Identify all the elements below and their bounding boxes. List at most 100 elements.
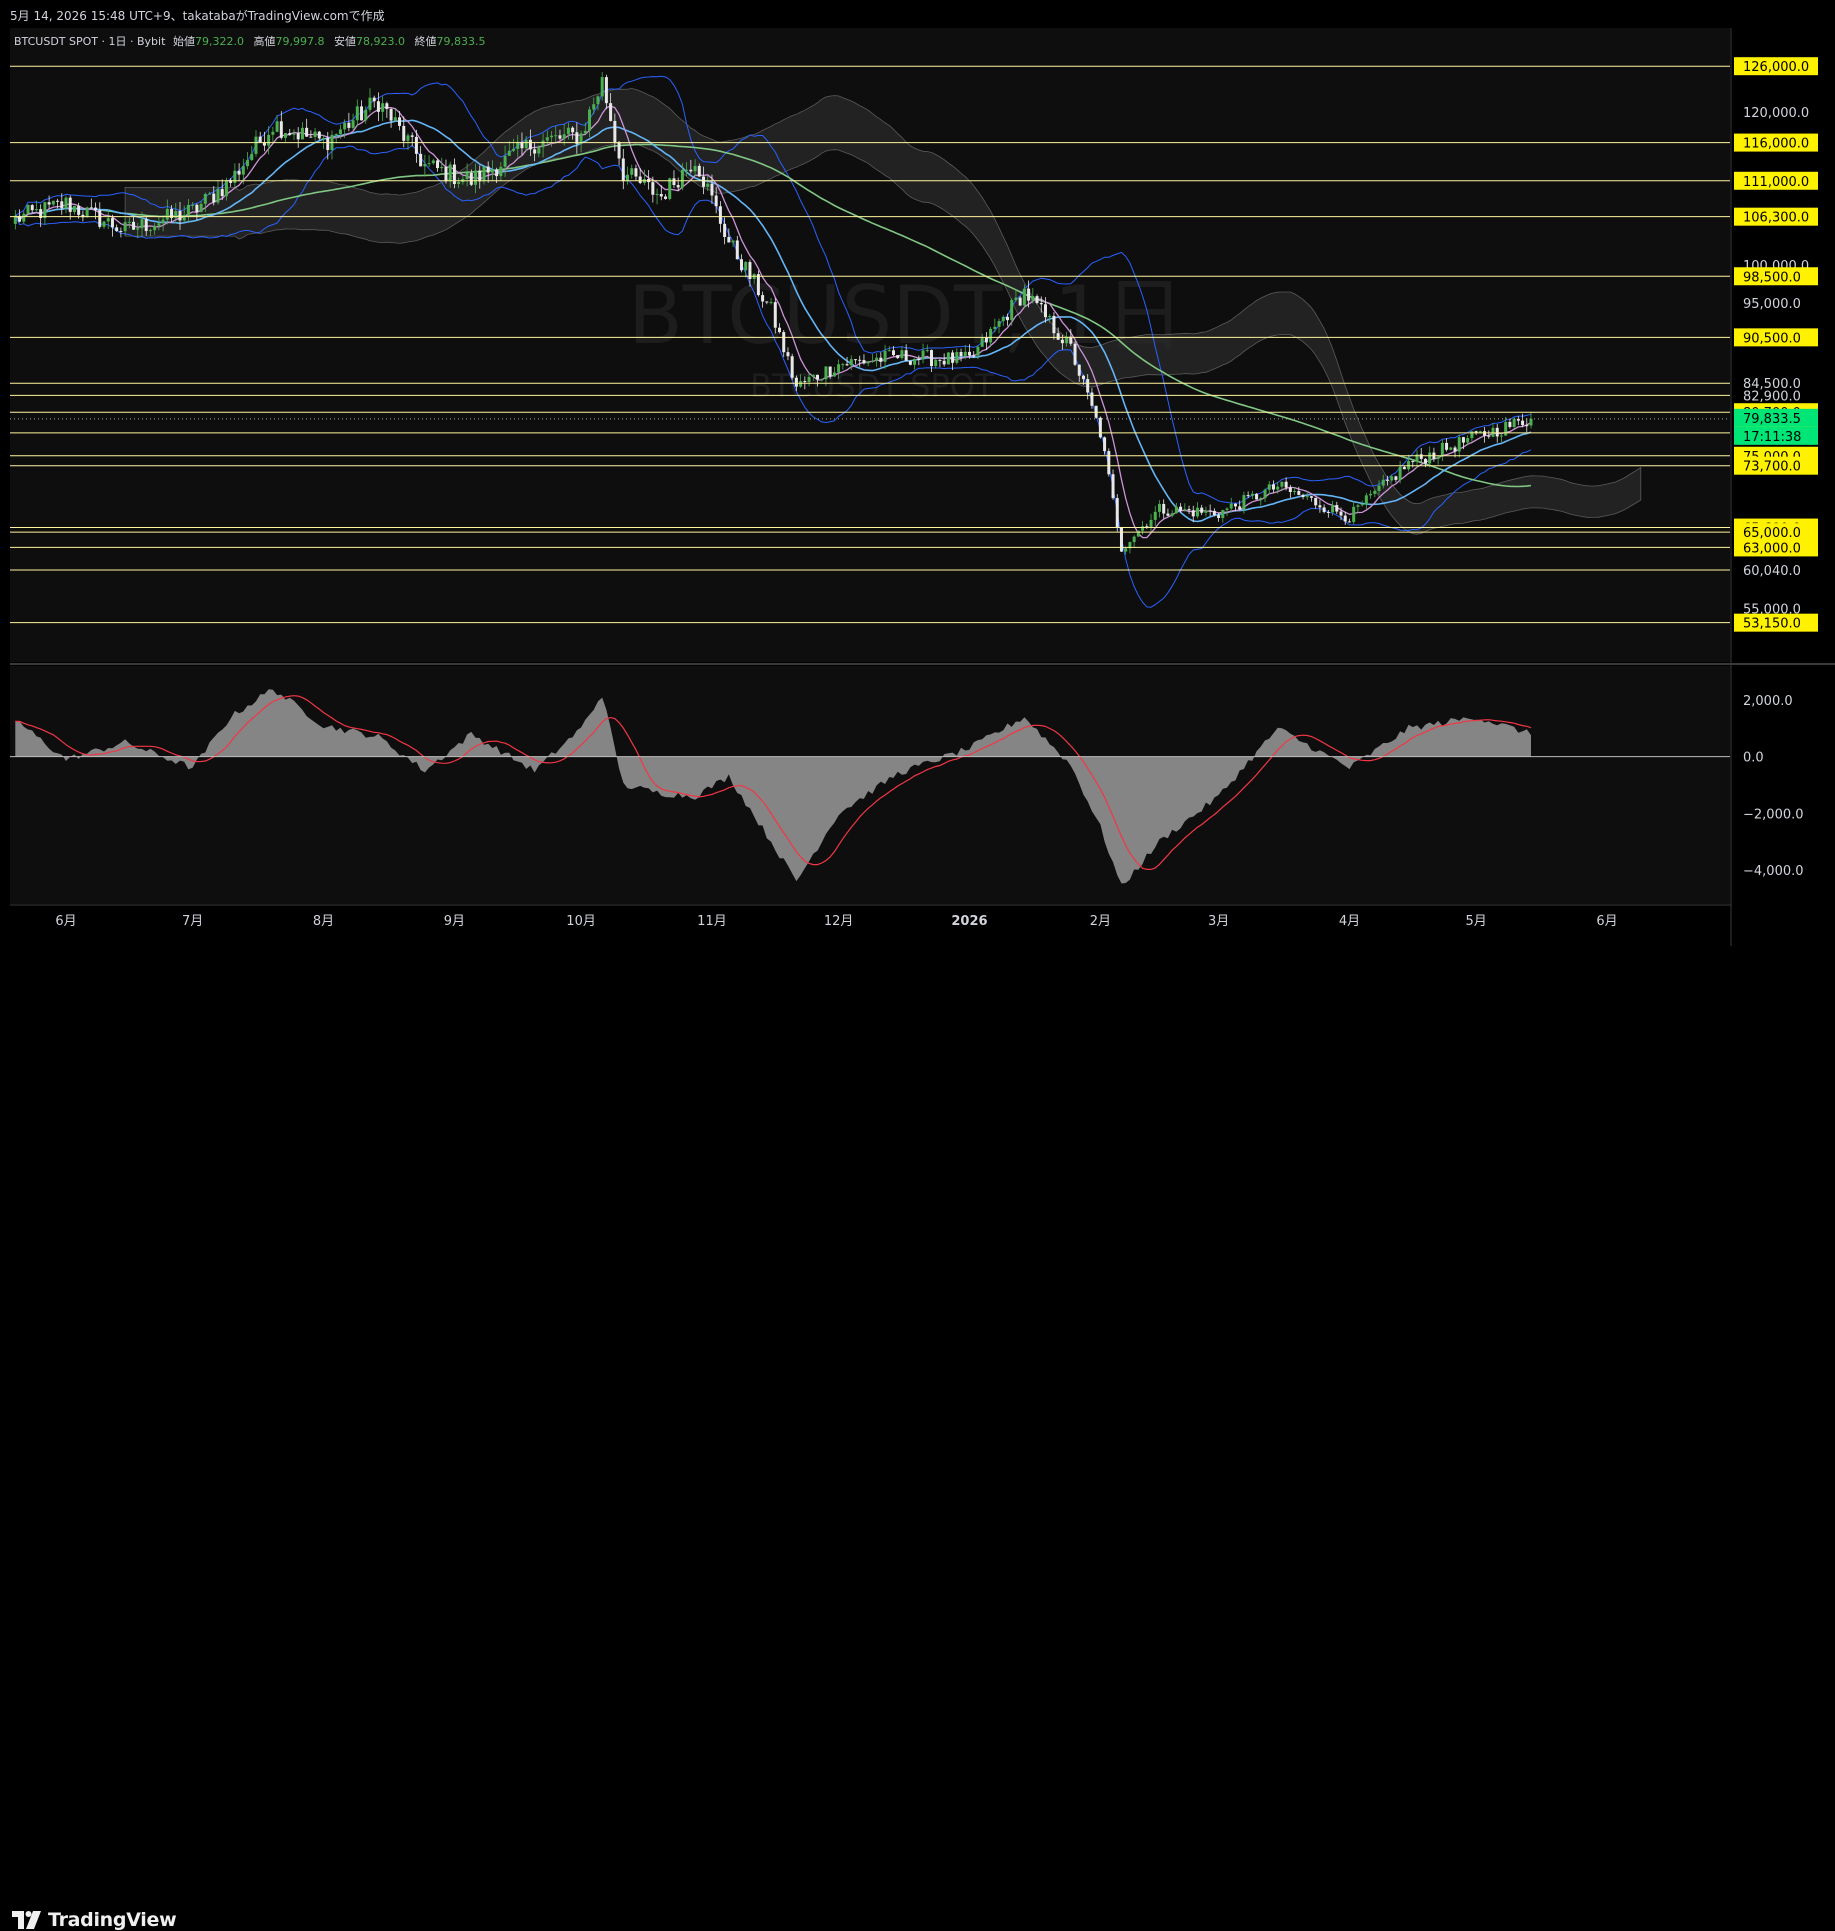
candle-body [64, 197, 68, 209]
candle-body [376, 101, 380, 112]
symbol-name[interactable]: BTCUSDT SPOT · 1日 · Bybit [14, 35, 166, 48]
candle-body [1377, 485, 1381, 491]
candle-body [1521, 420, 1525, 426]
candle-body [959, 352, 963, 357]
candle-body [1381, 479, 1385, 486]
candle-body [178, 210, 182, 221]
candle-body [351, 120, 355, 128]
candle-body [288, 133, 292, 135]
candle-body [355, 106, 359, 121]
candle-body [402, 125, 406, 141]
candle-body [1246, 495, 1250, 497]
candle-body [664, 196, 668, 199]
candle-body [1005, 316, 1009, 321]
time-tick-label: 5月 [1465, 914, 1486, 929]
candle-body [693, 165, 697, 172]
level-badge: 73,700.0 [1743, 460, 1801, 475]
candle-body [364, 109, 368, 121]
candle-body [1449, 447, 1453, 450]
candle-body [1267, 484, 1271, 490]
candle-body [1052, 315, 1056, 334]
candle-body [347, 122, 351, 128]
candle-body [1428, 452, 1432, 464]
candle-body [250, 153, 254, 161]
candle-body [1132, 536, 1136, 543]
candle-body [769, 302, 773, 304]
candle-body [735, 240, 739, 260]
candle-body [241, 166, 245, 175]
candle-body [267, 134, 271, 146]
candle-body [410, 135, 414, 137]
level-badge: 116,000.0 [1743, 137, 1809, 152]
candle-body [360, 106, 364, 121]
candle-body [398, 117, 402, 126]
candle-body [997, 321, 1001, 327]
candle-body [1022, 288, 1026, 306]
tradingview-logo[interactable]: TradingView [12, 1909, 177, 1931]
candle-body [718, 206, 722, 224]
level-badge: 111,000.0 [1743, 175, 1809, 190]
candle-body [870, 360, 874, 362]
candle-body [1326, 511, 1330, 513]
time-tick-label: 6月 [55, 914, 76, 929]
candle-body [1453, 447, 1457, 452]
candle-body [102, 221, 106, 227]
candle-body [208, 193, 212, 195]
level-badge: 98,500.0 [1743, 270, 1801, 285]
candle-body [583, 130, 587, 134]
candle-body [372, 97, 376, 102]
candle-body [558, 135, 562, 139]
candle-body [1360, 504, 1364, 506]
candle-body [588, 109, 592, 131]
candle-body [1238, 506, 1242, 510]
candle-body [1263, 489, 1267, 499]
candle-body [984, 337, 988, 343]
candle-body [478, 170, 482, 182]
candle-body [866, 361, 870, 364]
candle-body [495, 169, 499, 177]
candle-body [1010, 299, 1014, 321]
low-label: 安値 [334, 34, 356, 48]
candle-body [440, 166, 444, 169]
high-value: 79,997.8 [275, 35, 324, 48]
candle-body [731, 240, 735, 243]
candle-body [317, 131, 321, 139]
candle-body [1149, 519, 1153, 528]
candle-body [989, 328, 993, 343]
candle-body [562, 134, 566, 139]
candle-body [1187, 509, 1191, 511]
candle-body [621, 158, 625, 182]
candle-body [275, 121, 279, 132]
chart-canvas[interactable]: BTCUSDT, 1日 BTCUSDT SPOT 120,000.0100,00… [0, 0, 1835, 1000]
time-tick-label: 7月 [182, 914, 203, 929]
candle-body [1136, 530, 1140, 537]
candle-body [929, 350, 933, 367]
candle-body [1293, 491, 1297, 493]
candle-body [127, 221, 131, 223]
price-tick-label: 60,040.0 [1743, 564, 1801, 579]
candle-body [1276, 486, 1280, 490]
candle-body [765, 301, 769, 303]
candle-body [550, 135, 554, 138]
candle-body [1141, 526, 1145, 531]
candle-body [34, 209, 38, 211]
candle-body [604, 77, 608, 104]
candle-body [1031, 296, 1035, 301]
candle-body [828, 366, 832, 377]
candle-body [651, 182, 655, 195]
candle-body [279, 121, 283, 138]
candle-body [1331, 505, 1335, 513]
candle-body [144, 219, 148, 232]
candle-body [119, 231, 123, 233]
snapshot-caption: 5月 14, 2026 15:48 UTC+9、takatabaがTrading… [10, 9, 385, 23]
time-tick-label: 2月 [1090, 914, 1111, 929]
watermark-small: BTCUSDT SPOT [750, 367, 995, 405]
candle-body [1495, 427, 1499, 437]
candle-body [799, 381, 803, 387]
macd-tick-label: 2,000.0 [1743, 694, 1793, 709]
candle-body [668, 178, 672, 199]
candle-body [212, 193, 216, 203]
candle-body [613, 120, 617, 143]
close-value: 79,833.5 [436, 35, 485, 48]
candle-body [1217, 515, 1221, 518]
